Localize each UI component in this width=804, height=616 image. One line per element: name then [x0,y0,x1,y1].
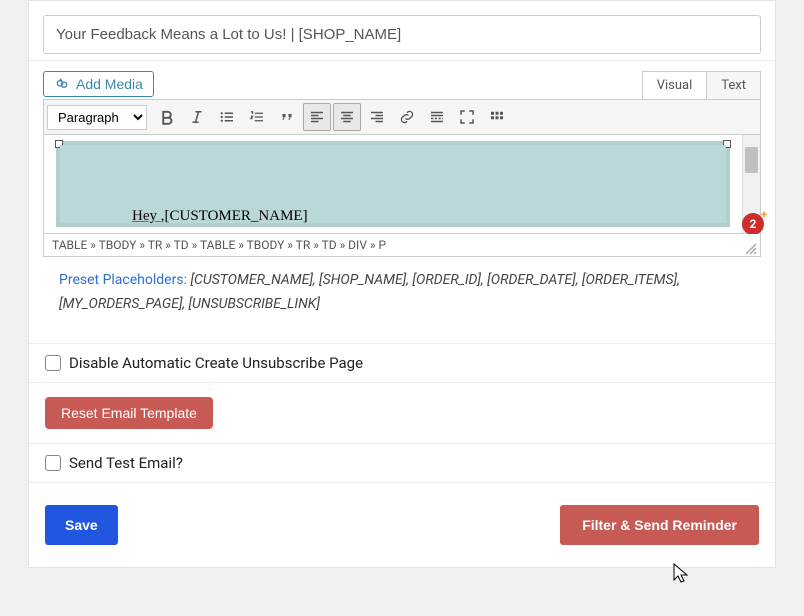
align-center-icon [338,108,356,126]
editor-toolbar: Paragraph [43,99,761,134]
align-left-icon [308,108,326,126]
readmore-icon [428,108,446,126]
italic-icon [188,108,206,126]
add-media-button[interactable]: Add Media [43,71,154,97]
notification-badge[interactable]: 2 [742,213,764,235]
tab-visual[interactable]: Visual [643,72,707,99]
tab-text[interactable]: Text [706,72,760,99]
number-list-icon [248,108,266,126]
placeholders-label: Preset Placeholders: [59,272,187,288]
disable-unsub-label: Disable Automatic Create Unsubscribe Pag… [69,354,363,372]
email-subject-input[interactable] [43,15,761,54]
toolbar-toggle-icon [488,108,506,126]
editor-text[interactable]: Hey ,[CUSTOMER_NAME] [132,208,308,225]
align-right-button[interactable] [363,103,391,131]
disable-unsub-row: Disable Automatic Create Unsubscribe Pag… [29,343,775,382]
editor-body[interactable]: Hey ,[CUSTOMER_NAME] 2 [43,134,761,234]
link-icon [398,108,416,126]
bullet-list-button[interactable] [213,103,241,131]
element-path-bar[interactable]: TABLE » TBODY » TR » TD » TABLE » TBODY … [43,234,761,257]
bold-icon [158,108,176,126]
format-select[interactable]: Paragraph [47,105,147,130]
quote-icon [278,108,296,126]
align-right-icon [368,108,386,126]
save-button[interactable]: Save [45,505,118,545]
resize-grip-icon[interactable] [744,242,758,256]
align-center-button[interactable] [333,103,361,131]
scroll-thumb[interactable] [745,147,758,173]
number-list-button[interactable] [243,103,271,131]
align-left-button[interactable] [303,103,331,131]
fullscreen-button[interactable] [453,103,481,131]
send-test-row: Send Test Email? [29,443,775,482]
send-test-label: Send Test Email? [69,454,183,472]
add-media-label: Add Media [76,76,143,92]
send-test-checkbox[interactable] [45,455,61,471]
media-icon [54,76,70,92]
editor-selection: Hey ,[CUSTOMER_NAME] [56,141,730,227]
placeholders-info: Preset Placeholders: [CUSTOMER_NAME], [S… [43,257,761,333]
readmore-button[interactable] [423,103,451,131]
link-button[interactable] [393,103,421,131]
toolbar-toggle-button[interactable] [483,103,511,131]
blockquote-button[interactable] [273,103,301,131]
element-path-text: TABLE » TBODY » TR » TD » TABLE » TBODY … [52,238,386,252]
disable-unsub-checkbox[interactable] [45,355,61,371]
fullscreen-icon [458,108,476,126]
bold-button[interactable] [153,103,181,131]
reset-template-button[interactable]: Reset Email Template [45,397,213,429]
filter-send-button[interactable]: Filter & Send Reminder [560,505,759,545]
italic-button[interactable] [183,103,211,131]
bullet-list-icon [218,108,236,126]
editor-mode-tabs: Visual Text [642,71,761,99]
